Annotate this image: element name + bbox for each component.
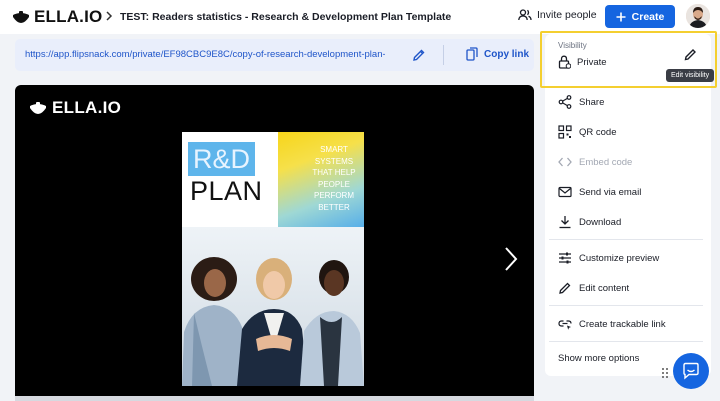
- top-bar: ELLA.IO TEST: Readers statistics - Resea…: [0, 0, 720, 34]
- menu-item-customize-preview[interactable]: Customize preview: [558, 251, 659, 265]
- menu-item-edit-content[interactable]: Edit content: [558, 281, 629, 295]
- lock-icon: [558, 55, 571, 69]
- download-icon: [559, 216, 571, 229]
- menu-separator: [549, 239, 703, 240]
- user-photo: [686, 4, 710, 28]
- preview-logo: ELLA.IO: [29, 98, 121, 118]
- menu-item-label: Share: [579, 96, 605, 108]
- edit-visibility-tooltip: Edit visibility: [666, 69, 715, 82]
- menu-separator: [549, 341, 703, 342]
- qr-code-icon: [558, 125, 572, 139]
- next-page-arrow-icon[interactable]: [503, 246, 519, 272]
- drag-handle-icon[interactable]: [661, 367, 669, 379]
- invite-people-icon: [518, 9, 532, 21]
- pencil-icon: [559, 282, 571, 294]
- menu-item-label: Embed code: [579, 156, 633, 168]
- invite-people-button[interactable]: Invite people: [518, 9, 597, 21]
- main-area: https://app.flipsnack.com/private/EF98CB…: [0, 31, 720, 401]
- share-icon: [558, 95, 572, 109]
- chat-icon: [683, 362, 699, 380]
- cover-photo: [182, 227, 364, 386]
- preview-logo-mark-icon: [30, 102, 46, 114]
- menu-item-label: Edit content: [579, 282, 630, 294]
- visibility-value: Private: [558, 55, 607, 69]
- preview-logo-text: ELLA.IO: [52, 98, 122, 117]
- cover-tagline: SMART SYSTEMS THAT HELP PEOPLE PERFORM B…: [312, 145, 356, 212]
- menu-item-create-trackable-link[interactable]: Create trackable link: [558, 317, 666, 331]
- share-url-text[interactable]: https://app.flipsnack.com/private/EF98CB…: [25, 49, 385, 60]
- menu-item-label: Create trackable link: [579, 318, 666, 330]
- email-icon: [558, 186, 572, 198]
- logo-text: ELLA.IO: [34, 7, 103, 26]
- show-more-options-link[interactable]: Show more options: [558, 353, 639, 364]
- menu-item-label: QR code: [579, 126, 617, 138]
- document-title: TEST: Readers statistics - Research & De…: [120, 11, 452, 23]
- share-url-bar: https://app.flipsnack.com/private/EF98CB…: [15, 39, 534, 71]
- plus-icon: [616, 12, 626, 21]
- menu-item-qr-code[interactable]: QR code: [558, 125, 617, 139]
- sliders-icon: [559, 252, 571, 264]
- create-button[interactable]: Create: [605, 5, 675, 28]
- cover-title: PLAN: [190, 176, 263, 206]
- cover-badge: R&D: [188, 142, 256, 176]
- menu-item-label: Send via email: [579, 186, 642, 198]
- create-button-label: Create: [631, 10, 665, 23]
- copy-icon: [466, 47, 478, 61]
- logo-mark-icon: [13, 11, 29, 23]
- edit-visibility-icon[interactable]: [683, 47, 698, 62]
- chevron-right-icon: [106, 11, 113, 21]
- menu-item-share[interactable]: Share: [558, 95, 604, 109]
- url-divider: [443, 45, 444, 65]
- menu-separator: [549, 305, 703, 306]
- chat-support-button[interactable]: [673, 353, 709, 389]
- menu-item-send-via-email[interactable]: Send via email: [558, 185, 641, 199]
- brand-logo[interactable]: ELLA.IO: [12, 7, 102, 27]
- menu-item-embed-code[interactable]: Embed code: [558, 155, 632, 169]
- edit-url-icon[interactable]: [411, 47, 427, 63]
- copy-link-button[interactable]: Copy link: [466, 47, 529, 61]
- cover-page: R&D PLAN SMART SYSTEMS THAT HELP PEOPLE …: [182, 132, 364, 386]
- visibility-label: Visibility: [558, 41, 587, 50]
- menu-item-label: Customize preview: [579, 252, 660, 264]
- menu-item-download[interactable]: Download: [558, 215, 621, 229]
- embed-code-icon: [558, 157, 572, 167]
- trackable-link-icon: [558, 320, 572, 330]
- menu-item-label: Download: [579, 216, 622, 228]
- preview-scrollbar[interactable]: [15, 396, 534, 401]
- invite-people-label: Invite people: [537, 9, 597, 21]
- visibility-value-text: Private: [577, 56, 607, 68]
- copy-link-label: Copy link: [484, 48, 530, 60]
- user-avatar[interactable]: [686, 4, 710, 28]
- flipbook-preview[interactable]: ELLA.IO R&D PLAN SMART SYSTEMS THAT HELP…: [15, 85, 534, 401]
